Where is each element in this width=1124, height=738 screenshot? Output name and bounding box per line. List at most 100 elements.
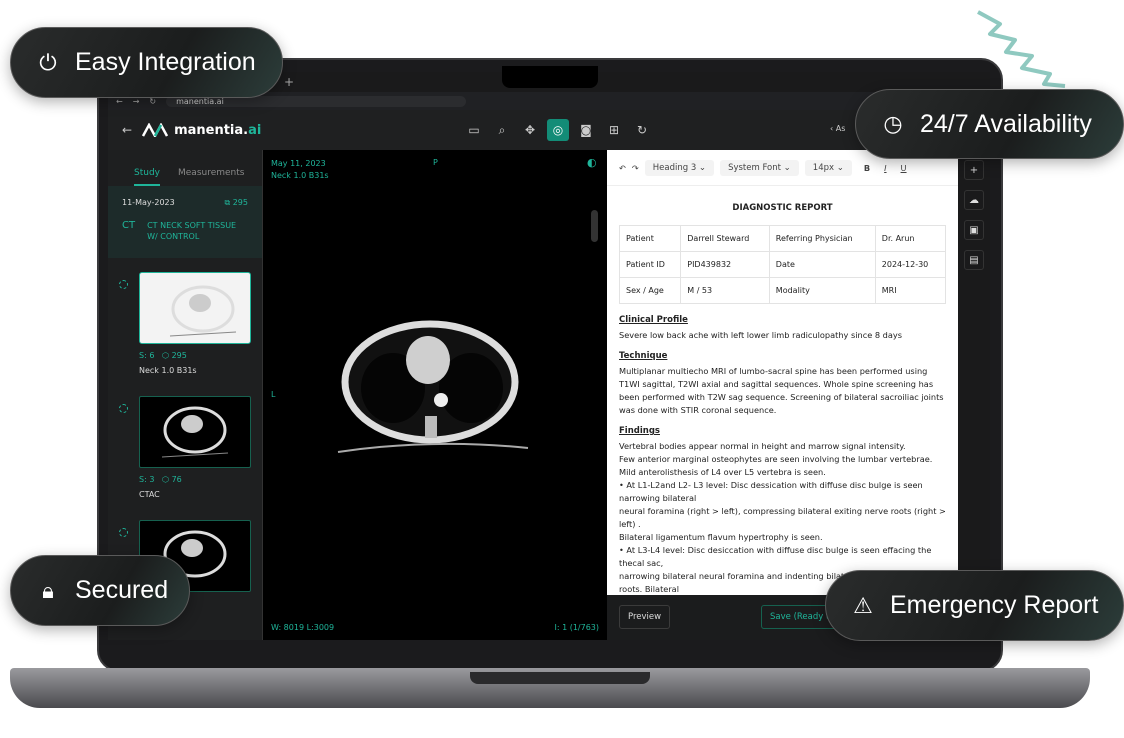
patient-table: Patient Darrell Steward Referring Physicia… xyxy=(618,225,947,304)
series-thumbnail[interactable] xyxy=(139,396,251,468)
viewer-date: May 11, 2023 xyxy=(271,159,326,168)
modality-label: CT xyxy=(122,220,136,231)
font-select[interactable]: System Font ⌄ xyxy=(720,159,799,176)
clinical-text: Severe low back ache with left lower lim… xyxy=(619,330,902,340)
finding-line: Bilateral ligamentum flavum hypertrophy … xyxy=(619,532,823,542)
series-name: CTAC xyxy=(139,490,160,499)
secured-badge: 🔒︎ Secured xyxy=(10,555,190,626)
save-icon[interactable]: ▣ xyxy=(964,220,984,240)
study-card[interactable]: 11-May-2023 ⧉ 295 CT CT NECK SOFT TISSUE W… xyxy=(108,186,262,258)
new-tab-button[interactable]: + xyxy=(284,75,294,89)
table-cell: Patient xyxy=(618,225,682,252)
viewer-toolbar: ▭ ⌕ ✥ ◎ ◙ ⊞ ↻ xyxy=(463,119,653,141)
finding-line: neural foramina (right > left), compress… xyxy=(619,506,946,529)
report-body[interactable]: DIAGNOSTIC REPORT Patient Darrell Steward… xyxy=(607,186,958,595)
orientation-left: L xyxy=(271,390,276,399)
tab-measurements[interactable]: Measurements xyxy=(178,168,244,186)
logo-text: manentia.ai xyxy=(174,122,262,138)
add-icon[interactable]: + xyxy=(964,160,984,180)
cube-icon: ⬡ xyxy=(162,475,170,484)
bold-button[interactable]: B xyxy=(864,163,870,173)
cube-icon: ⬡ xyxy=(162,351,170,360)
table-cell: Sex / Age xyxy=(618,277,682,304)
patient-table-row: Sex / Age M / 53 Modality MRI xyxy=(618,277,947,304)
table-cell: M / 53 xyxy=(680,277,770,304)
logo-mark-icon xyxy=(142,123,169,137)
tab-study[interactable]: Study xyxy=(134,168,160,186)
italic-button[interactable]: I xyxy=(884,163,886,173)
technique-text: Multiplanar multiecho MRI of lumbo-sacra… xyxy=(619,366,944,415)
series-radio[interactable] xyxy=(119,280,128,289)
table-cell: Dr. Arun xyxy=(874,225,947,252)
report-side-toolbar: + ☁ ▣ ▤ xyxy=(958,150,990,640)
siren-icon: ⚠ xyxy=(853,592,873,618)
lock-icon: 🔒︎ xyxy=(42,577,54,603)
image-index: I: 1 (1/763) xyxy=(554,623,599,632)
laptop-hinge xyxy=(470,672,650,684)
finding-line: Mild anterolisthesis of L4 over L5 verte… xyxy=(619,467,826,477)
underline-button[interactable]: U xyxy=(901,163,907,173)
orientation-top: P xyxy=(433,158,438,167)
finding-line: • At L1-L2and L2- L3 level: Disc dessica… xyxy=(619,480,923,503)
patient-table-row: Patient ID PID439832 Date 2024-12-30 xyxy=(618,251,947,278)
series-radio[interactable] xyxy=(119,528,128,537)
finding-line: • At L3-L4 level: Disc desiccation with … xyxy=(619,545,932,568)
series-name: Neck 1.0 B31s xyxy=(139,366,197,375)
redo-icon[interactable]: ↷ xyxy=(632,163,639,173)
easy-integration-badge: ⏻ Easy Integration xyxy=(10,27,283,98)
clock-icon: ◷ xyxy=(883,111,903,136)
table-cell: MRI xyxy=(874,277,947,304)
viewer-scrollbar[interactable] xyxy=(591,210,598,242)
finding-line: Vertebral bodies appear normal in height… xyxy=(619,441,906,451)
image-count: ⧉ 295 xyxy=(224,198,248,207)
series-item[interactable]: S: 6 ⬡ 295 Neck 1.0 B31s xyxy=(108,264,262,388)
clinical-heading: Clinical Profile xyxy=(619,315,688,325)
study-description: CT NECK SOFT TISSUE W/ CONTROL xyxy=(147,221,237,241)
table-cell: Patient ID xyxy=(618,251,682,278)
camera-icon[interactable]: ◙ xyxy=(575,119,597,141)
pan-icon[interactable]: ✥ xyxy=(519,119,541,141)
finding-line: Few anterior marginal osteophytes are se… xyxy=(619,454,933,464)
image-viewer[interactable]: May 11, 2023 Neck 1.0 B31s P L ◐ W: 8019 … xyxy=(263,150,607,640)
screen: + ← → ↻ manentia.ai ← manentia.ai ▭ ⌕ ✥ ◎ … xyxy=(108,72,990,640)
findings-heading: Findings xyxy=(619,426,660,436)
series-item[interactable]: S: 3 ⬡ 76 CTAC xyxy=(108,388,262,512)
undo-icon[interactable]: ↶ xyxy=(619,163,626,173)
study-date: 11-May-2023 xyxy=(122,198,175,207)
ai-detect-icon[interactable]: ◎ xyxy=(547,119,569,141)
assistant-link[interactable]: ‹ As xyxy=(830,124,845,133)
table-cell: Date xyxy=(768,251,876,278)
contrast-icon[interactable]: ◐ xyxy=(587,156,597,169)
series-radio[interactable] xyxy=(119,404,128,413)
camera-notch xyxy=(502,66,598,88)
ct-thumbnail-image xyxy=(169,285,237,337)
plug-icon: ⏻ xyxy=(39,49,57,75)
font-size-select[interactable]: 14px ⌄ xyxy=(804,159,852,176)
reset-icon[interactable]: ↻ xyxy=(631,119,653,141)
back-arrow-icon[interactable]: ← xyxy=(122,123,132,137)
table-cell: Modality xyxy=(768,277,876,304)
zoom-icon[interactable]: ⌕ xyxy=(491,119,513,141)
ruler-icon[interactable]: ▭ xyxy=(463,119,485,141)
technique-heading: Technique xyxy=(619,351,668,361)
series-thumbnail[interactable] xyxy=(139,272,251,344)
preview-button[interactable]: Preview xyxy=(619,605,671,629)
copy-icon: ⧉ xyxy=(224,198,231,207)
viewer-series: Neck 1.0 B31s xyxy=(271,171,329,180)
window-level: W: 8019 L:3009 xyxy=(271,623,335,632)
table-cell: 2024-12-30 xyxy=(874,251,947,278)
report-editor: ↶ ↷ Heading 3 ⌄ System Font ⌄ 14px ⌄ B I … xyxy=(607,150,958,595)
squiggle-decoration xyxy=(977,10,1066,88)
availability-badge: ◷ 24/7 Availability xyxy=(855,89,1124,159)
table-cell: Darrell Steward xyxy=(680,225,770,252)
ct-thumbnail-image xyxy=(161,406,229,458)
cloud-upload-icon[interactable]: ☁ xyxy=(964,190,984,210)
table-cell: PID439832 xyxy=(680,251,770,278)
table-cell: Referring Physician xyxy=(768,225,876,252)
emergency-report-badge: ⚠ Emergency Report xyxy=(825,570,1124,641)
patient-table-row: Patient Darrell Steward Referring Physicia… xyxy=(618,225,947,252)
report-title: DIAGNOSTIC REPORT xyxy=(732,203,833,213)
grid-layout-icon[interactable]: ⊞ xyxy=(603,119,625,141)
document-icon[interactable]: ▤ xyxy=(964,250,984,270)
block-type-select[interactable]: Heading 3 ⌄ xyxy=(644,159,715,176)
